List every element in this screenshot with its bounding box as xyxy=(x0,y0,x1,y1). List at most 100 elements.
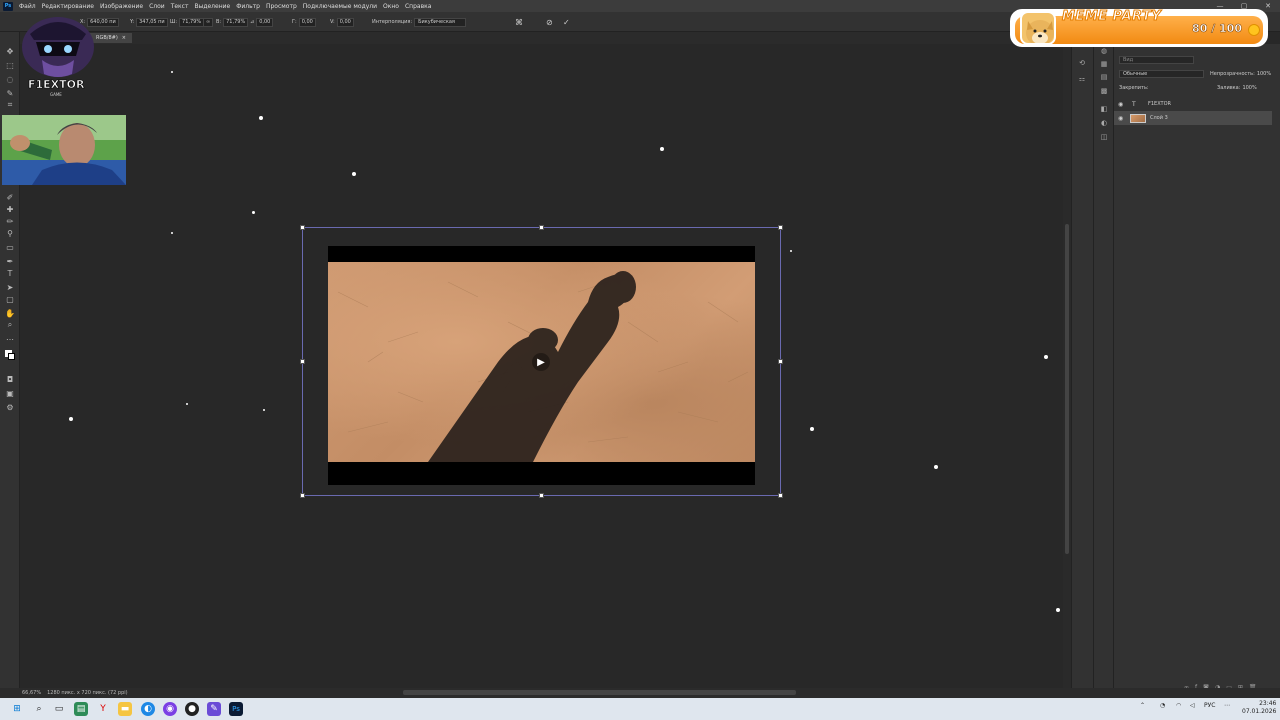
photoshop-taskbar-icon[interactable]: Ps xyxy=(229,702,243,716)
layers-panel-icon[interactable]: ◧ xyxy=(1099,104,1109,113)
layer-row[interactable]: ◉ T F1EXTOR xyxy=(1114,97,1274,111)
quick-mask-icon[interactable]: ◘ xyxy=(5,374,15,384)
menu-help[interactable]: Справка xyxy=(402,3,434,10)
healing-brush-tool-icon[interactable]: ✚ xyxy=(5,204,15,214)
tab-close-icon[interactable]: × xyxy=(122,35,126,41)
y-position-field[interactable]: Y: 347,05 пи xyxy=(130,17,168,27)
yandex-browser-icon[interactable]: Y xyxy=(96,702,110,716)
transform-handle-top-left[interactable] xyxy=(300,225,305,230)
scrollbar-thumb[interactable] xyxy=(1065,224,1069,554)
network-icon[interactable]: ◠ xyxy=(1176,702,1181,709)
menu-plugins[interactable]: Подключаемые модули xyxy=(300,3,380,10)
width-value[interactable]: 71,79% xyxy=(179,17,205,27)
volume-icon[interactable]: ◁ xyxy=(1190,702,1195,709)
y-value[interactable]: 347,05 пи xyxy=(136,17,168,27)
hskew-value[interactable]: 0,00 xyxy=(298,17,316,27)
move-tool-icon[interactable]: ✥ xyxy=(5,46,15,56)
layer-row-selected[interactable]: ◉ Слой 3 xyxy=(1114,111,1272,125)
eyedropper-tool-icon[interactable]: ✐ xyxy=(5,192,15,202)
transform-handle-bottom-right[interactable] xyxy=(778,493,783,498)
gradients-panel-icon[interactable]: ▤ xyxy=(1099,72,1109,81)
menu-window[interactable]: Окно xyxy=(380,3,402,10)
marquee-tool-icon[interactable]: ⬚ xyxy=(5,60,15,70)
visibility-eye-icon[interactable]: ◉ xyxy=(1118,115,1128,122)
menu-edit[interactable]: Редактирование xyxy=(39,3,97,10)
menu-filter[interactable]: Фильтр xyxy=(233,3,263,10)
path-select-tool-icon[interactable]: ➤ xyxy=(5,282,15,292)
properties-icon[interactable]: ⚏ xyxy=(1077,74,1087,83)
language-indicator[interactable]: РУС xyxy=(1204,702,1215,709)
messenger-icon[interactable]: ◉ xyxy=(163,702,177,716)
width-field[interactable]: Ш: 71,79% xyxy=(170,17,205,27)
stamp-tool-icon[interactable]: ⚲ xyxy=(5,228,15,238)
photoshop-app-icon[interactable]: Ps xyxy=(3,1,13,11)
blend-mode-select[interactable]: Обычные xyxy=(1119,70,1204,78)
hskew-field[interactable]: Г: 0,00 xyxy=(292,17,316,27)
transform-handle-bottom-left[interactable] xyxy=(300,493,305,498)
lasso-tool-icon[interactable]: ◌ xyxy=(5,74,15,84)
transform-handle-top[interactable] xyxy=(539,225,544,230)
tray-app-icon[interactable]: ◔ xyxy=(1160,702,1165,709)
file-explorer-icon[interactable]: ▬ xyxy=(118,702,132,716)
transform-handle-top-right[interactable] xyxy=(778,225,783,230)
task-view-icon[interactable]: ▭ xyxy=(52,702,66,716)
type-tool-icon[interactable]: T xyxy=(5,268,15,278)
spreadsheet-app-icon[interactable]: ▤ xyxy=(74,702,88,716)
visibility-eye-icon[interactable]: ◉ xyxy=(1118,101,1128,108)
menu-view[interactable]: Просмотр xyxy=(263,3,300,10)
rectangle-tool-icon[interactable]: ▢ xyxy=(5,294,15,304)
link-icon[interactable]: ∞ xyxy=(203,17,214,27)
menu-select[interactable]: Выделение xyxy=(191,3,233,10)
eraser-tool-icon[interactable]: ▭ xyxy=(5,242,15,252)
layer-search-input[interactable]: Вид xyxy=(1119,56,1194,64)
opacity-value[interactable]: 100% xyxy=(1257,71,1271,77)
hand-tool-icon[interactable]: ✋ xyxy=(5,308,15,318)
clock[interactable]: 23:46 07.01.2026 xyxy=(1242,700,1276,716)
height-value[interactable]: 71,79% xyxy=(223,17,249,27)
commit-transform-icon[interactable]: ✓ xyxy=(563,17,570,27)
fill-control[interactable]: Заливка: 100% xyxy=(1217,85,1257,91)
angle-value[interactable]: 0,00 xyxy=(256,17,274,27)
canvas-vertical-scrollbar[interactable] xyxy=(1063,44,1071,688)
interpolation-select[interactable]: Бикубическая xyxy=(414,17,466,27)
more-tools-icon[interactable]: … xyxy=(5,332,15,342)
transform-handle-bottom[interactable] xyxy=(539,493,544,498)
menu-text[interactable]: Текст xyxy=(168,3,192,10)
vskew-value[interactable]: 0,00 xyxy=(336,17,354,27)
transform-bounding-box[interactable] xyxy=(302,227,781,496)
obs-icon[interactable]: ● xyxy=(185,702,199,716)
menu-file[interactable]: Файл xyxy=(16,3,39,10)
paths-panel-icon[interactable]: ◫ xyxy=(1099,132,1109,141)
search-icon[interactable]: ⌕ xyxy=(32,702,46,716)
transform-handle-right[interactable] xyxy=(778,359,783,364)
transform-handle-left[interactable] xyxy=(300,359,305,364)
start-icon[interactable]: ⊞ xyxy=(10,702,24,716)
opacity-control[interactable]: Непрозрачность: 100% xyxy=(1210,71,1271,77)
wifi-icon[interactable]: ⋯ xyxy=(1224,702,1230,709)
cancel-transform-icon[interactable]: ⊘ xyxy=(546,17,553,27)
vskew-field[interactable]: V: 0,00 xyxy=(330,17,354,27)
height-field[interactable]: В: 71,79% xyxy=(216,17,249,27)
history-icon[interactable]: ⟲ xyxy=(1077,58,1087,67)
patterns-panel-icon[interactable]: ▩ xyxy=(1099,86,1109,95)
interpolation-field[interactable]: Интерполяция: Бикубическая xyxy=(372,17,466,27)
menu-layers[interactable]: Слои xyxy=(146,3,168,10)
tray-chevron-icon[interactable]: ⌃ xyxy=(1140,702,1145,709)
crop-tool-icon[interactable]: ⌗ xyxy=(5,100,15,110)
menu-image[interactable]: Изображение xyxy=(97,3,146,10)
canvas-horizontal-scrollbar[interactable] xyxy=(403,690,796,695)
edge-browser-icon[interactable]: ◐ xyxy=(141,702,155,716)
swatches-panel-icon[interactable]: ▦ xyxy=(1099,59,1109,68)
channels-panel-icon[interactable]: ◐ xyxy=(1099,118,1109,127)
screen-mode-icon[interactable]: ▣ xyxy=(5,388,15,398)
color-swatches-icon[interactable] xyxy=(5,350,15,360)
edit-toolbar-icon[interactable]: ⚙ xyxy=(5,402,15,412)
editor-app-icon[interactable]: ✎ xyxy=(207,702,221,716)
zoom-tool-icon[interactable]: ⌕ xyxy=(5,320,15,330)
warp-icon[interactable]: ⌘ xyxy=(515,17,523,27)
fill-value[interactable]: 100% xyxy=(1242,85,1256,91)
pen-tool-icon[interactable]: ✒ xyxy=(5,256,15,266)
quick-select-tool-icon[interactable]: ✎ xyxy=(5,88,15,98)
zoom-level[interactable]: 66,67% xyxy=(22,690,41,696)
color-panel-icon[interactable]: ◍ xyxy=(1099,46,1109,55)
